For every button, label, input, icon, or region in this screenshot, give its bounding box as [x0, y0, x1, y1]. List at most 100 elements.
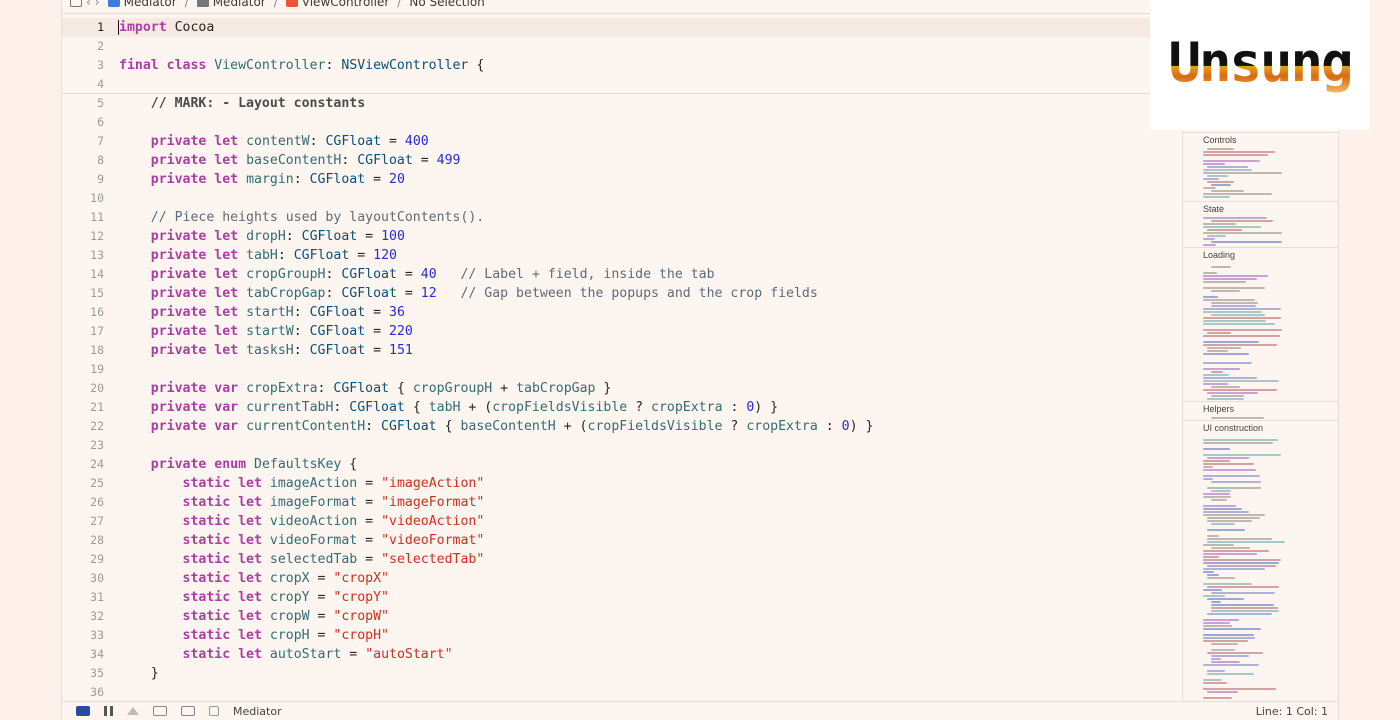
code-line[interactable]: 17 private let startW: CGFloat = 220 — [62, 322, 1182, 341]
minimap-line — [1211, 371, 1223, 373]
code-line[interactable]: 35 } — [62, 664, 1182, 683]
minimap-line — [1207, 517, 1260, 519]
minimap-section[interactable]: Controls — [1183, 132, 1338, 201]
code-line[interactable]: 7 private let contentW: CGFloat = 400 — [62, 132, 1182, 151]
code-line[interactable]: 20 private var cropExtra: CGFloat { crop… — [62, 379, 1182, 398]
code-token: ViewController — [214, 58, 326, 73]
minimap-line — [1211, 661, 1240, 663]
minimap-section[interactable]: UI construction — [1183, 420, 1338, 701]
minimap-line — [1207, 673, 1254, 675]
code-token: private let — [150, 229, 239, 244]
code-token: currentTabH — [246, 400, 334, 415]
code-line[interactable]: 31 static let cropY = "cropY" — [62, 588, 1182, 607]
code-line[interactable]: 26 static let imageFormat = "imageFormat… — [62, 493, 1182, 512]
code-line[interactable]: 2 — [62, 37, 1182, 56]
code-line[interactable]: 18 private let tasksH: CGFloat = 151 — [62, 341, 1182, 360]
scheme-checkbox-icon[interactable] — [209, 706, 219, 716]
code-line[interactable]: 24 private enum DefaultsKey { — [62, 455, 1182, 474]
pause-icon[interactable] — [104, 706, 113, 716]
code-token: tasksH — [246, 343, 294, 358]
minimap-line — [1203, 514, 1265, 516]
line-code: private let startH: CGFloat = 36 — [119, 303, 405, 322]
code-line[interactable]: 1 import Cocoa — [62, 18, 1182, 37]
code-line[interactable]: 3 final class ViewController: NSViewContr… — [62, 56, 1182, 75]
minimap-line — [1203, 217, 1267, 219]
code-line[interactable]: 25 static let imageAction = "imageAction… — [62, 474, 1182, 493]
code-line[interactable]: 11 // Piece heights used by layoutConten… — [62, 208, 1182, 227]
crumb-folder[interactable]: Mediator — [196, 0, 266, 9]
code-line[interactable]: 23 — [62, 436, 1182, 455]
code-token: : — [293, 305, 310, 320]
code-token: cropFieldsVisible — [492, 400, 628, 415]
code-token: tabCropGap — [246, 286, 326, 301]
code-token: { — [389, 381, 413, 396]
code-token: = — [381, 134, 405, 149]
code-line[interactable]: 19 — [62, 360, 1182, 379]
minimap-line — [1207, 541, 1285, 543]
view-hierarchy-icon[interactable] — [153, 706, 167, 716]
code-token: = — [341, 647, 366, 662]
code-token: ? — [722, 419, 747, 434]
minimap-section[interactable]: Loading — [1183, 247, 1338, 401]
code-line[interactable]: 14 private let cropGroupH: CGFloat = 40 … — [62, 265, 1182, 284]
code-line[interactable]: 28 static let videoFormat = "videoFormat… — [62, 531, 1182, 550]
code-token: CGFloat — [357, 153, 413, 168]
code-line[interactable]: 10 — [62, 189, 1182, 208]
code-token: startW — [246, 324, 294, 339]
crumb-file[interactable]: ViewController — [285, 0, 389, 9]
line-number: 16 — [90, 305, 104, 319]
code-token: cropExtra — [246, 381, 318, 396]
code-line[interactable]: 32 static let cropW = "cropW" — [62, 607, 1182, 626]
minimap-line — [1211, 184, 1231, 186]
code-line[interactable]: 34 static let autoStart = "autoStart" — [62, 645, 1182, 664]
code-line[interactable]: 5 // MARK: - Layout constants — [62, 94, 1182, 113]
line-number: 11 — [90, 210, 104, 224]
code-token: private let — [150, 153, 239, 168]
minimap-line — [1211, 386, 1240, 388]
code-line[interactable]: 16 private let startH: CGFloat = 36 — [62, 303, 1182, 322]
code-line[interactable]: 30 static let cropX = "cropX" — [62, 569, 1182, 588]
crumb-project[interactable]: Mediator — [107, 0, 177, 9]
step-over-icon[interactable] — [127, 707, 139, 715]
code-token: static let — [182, 590, 262, 605]
code-token: private var — [150, 381, 239, 396]
back-chevron-icon[interactable]: ‹ — [86, 0, 91, 9]
code-token: private let — [150, 324, 239, 339]
code-line[interactable]: 36 — [62, 683, 1182, 701]
scheme-label[interactable]: Mediator — [233, 705, 282, 718]
memory-graph-icon[interactable] — [181, 706, 195, 716]
code-line[interactable]: 21 private var currentTabH: CGFloat { ta… — [62, 398, 1182, 417]
code-line[interactable]: 12 private let dropH: CGFloat = 100 — [62, 227, 1182, 246]
code-line[interactable]: 27 static let videoAction = "videoAction… — [62, 512, 1182, 531]
related-items-icon[interactable] — [70, 0, 82, 7]
hide-debug-area-icon[interactable] — [76, 706, 90, 716]
minimap-section[interactable]: Helpers — [1183, 401, 1338, 420]
forward-chevron-icon[interactable]: › — [95, 0, 100, 9]
code-token: : — [293, 343, 310, 358]
code-token: = — [365, 343, 389, 358]
line-number: 34 — [90, 647, 104, 661]
code-line[interactable]: 29 static let selectedTab = "selectedTab… — [62, 550, 1182, 569]
minimap-section[interactable]: State — [1183, 201, 1338, 247]
source-editor[interactable]: 1 import Cocoa 2 3 final class ViewControlle… — [62, 15, 1182, 701]
code-token: CGFloat — [333, 381, 389, 396]
crumb-selection[interactable]: No Selection — [409, 0, 484, 9]
code-line[interactable]: 33 static let cropH = "cropH" — [62, 626, 1182, 645]
code-line[interactable]: 6 — [62, 113, 1182, 132]
minimap-line — [1211, 266, 1231, 268]
code-line[interactable]: 22 private var currentContentH: CGFloat … — [62, 417, 1182, 436]
line-number: 6 — [97, 115, 104, 129]
code-line[interactable]: 8 private let baseContentH: CGFloat = 49… — [62, 151, 1182, 170]
code-line[interactable]: 15 private let tabCropGap: CGFloat = 12 … — [62, 284, 1182, 303]
code-line[interactable]: 9 private let margin: CGFloat = 20 — [62, 170, 1182, 189]
code-line[interactable]: 4 — [62, 75, 1182, 94]
minimap-line — [1203, 454, 1281, 456]
minimap-line — [1203, 478, 1213, 480]
code-line[interactable]: 13 private let tabH: CGFloat = 120 — [62, 246, 1182, 265]
